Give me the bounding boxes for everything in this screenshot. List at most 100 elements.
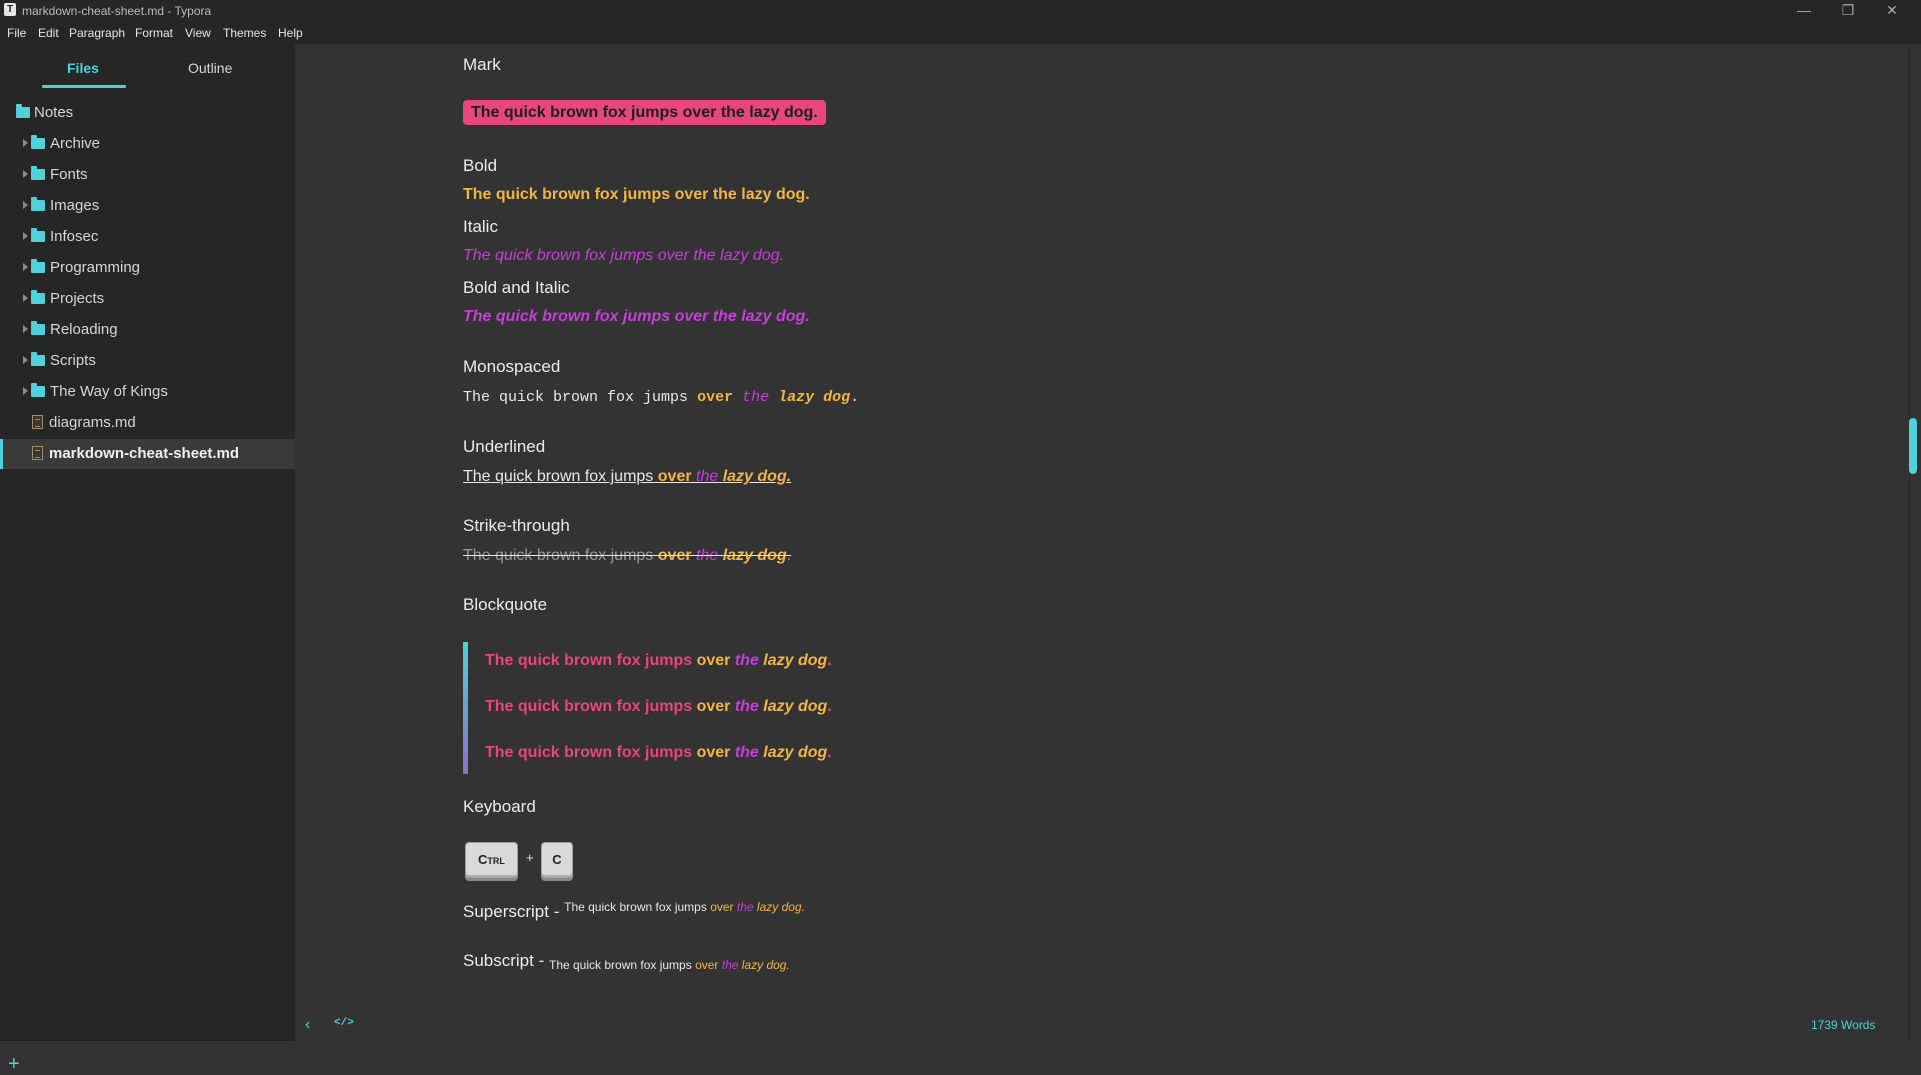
menu-view[interactable]: View xyxy=(185,26,211,40)
tree-file-diagrams[interactable]: diagrams.md xyxy=(0,408,295,438)
tree-label: Notes xyxy=(34,104,74,121)
folder-icon xyxy=(31,197,45,211)
bq-period: . xyxy=(827,744,832,761)
bq-period: . xyxy=(827,652,832,669)
restore-icon[interactable]: ❐ xyxy=(1826,0,1870,22)
menu-file[interactable]: File xyxy=(7,26,26,40)
tree-folder-reloading[interactable]: Reloading xyxy=(0,315,295,345)
tree-root-notes[interactable]: Notes xyxy=(0,98,295,128)
subscript-example: Subscript - The quick brown fox jumps ov… xyxy=(463,951,790,972)
bq-bold: over xyxy=(696,652,731,669)
folder-icon xyxy=(31,290,45,304)
tree-label: Programming xyxy=(50,259,141,276)
sidebar: Files Outline Notes Archive Fonts Images… xyxy=(0,44,295,1074)
subscript-text: The quick brown fox jumps over the lazy … xyxy=(549,958,790,972)
bq-italic: the xyxy=(734,744,759,761)
tree-file-markdown-cheat-sheet[interactable]: markdown-cheat-sheet.md xyxy=(0,439,295,469)
sup-period: . xyxy=(801,900,805,914)
chevron-right-icon[interactable] xyxy=(23,232,28,240)
kbd-c: C xyxy=(541,842,573,878)
sub-lazy-dog: lazy dog xyxy=(741,958,787,972)
tab-outline[interactable]: Outline xyxy=(188,60,232,76)
kbd-plus: + xyxy=(526,850,534,865)
title-bar: T markdown-cheat-sheet.md - Typora — ❐ ✕ xyxy=(0,0,1921,22)
menu-format[interactable]: Format xyxy=(135,26,173,40)
chevron-right-icon[interactable] xyxy=(23,139,28,147)
scrollbar-track[interactable] xyxy=(1909,44,1910,1041)
menu-themes[interactable]: Themes xyxy=(223,26,266,40)
bq-bold: over xyxy=(696,744,731,761)
sup-the: the xyxy=(736,900,754,914)
bq-period: . xyxy=(827,698,832,715)
mono-plain: The quick brown fox jumps xyxy=(463,389,689,406)
tree-folder-images[interactable]: Images xyxy=(0,191,295,221)
sub-plain: The quick brown fox jumps xyxy=(548,958,692,972)
mono-bold: over xyxy=(697,389,734,406)
markdown-file-icon xyxy=(32,415,43,429)
close-icon[interactable]: ✕ xyxy=(1870,0,1914,22)
editor[interactable]: Mark The quick brown fox jumps over the … xyxy=(295,44,1921,1041)
chevron-right-icon[interactable] xyxy=(23,170,28,178)
mark-example: The quick brown fox jumps over the lazy … xyxy=(463,100,826,125)
heading-italic: Italic xyxy=(463,217,498,236)
sub-period: . xyxy=(786,958,790,972)
chevron-right-icon[interactable] xyxy=(23,356,28,364)
heading-strike-through: Strike-through xyxy=(463,516,570,535)
superscript-label: Superscript - xyxy=(463,902,560,921)
chevron-right-icon[interactable] xyxy=(23,263,28,271)
strike-bold: over xyxy=(657,547,692,564)
mono-italic: the xyxy=(742,389,770,406)
underlined-example: The quick brown fox jumps over the lazy … xyxy=(463,468,791,486)
bq-bold-italic: lazy dog xyxy=(763,744,828,761)
chevron-right-icon[interactable] xyxy=(23,201,28,209)
bq-plain: The quick brown fox jumps xyxy=(485,698,693,715)
chevron-right-icon[interactable] xyxy=(23,294,28,302)
sup-plain: The quick brown fox jumps xyxy=(564,900,707,914)
tree-folder-scripts[interactable]: Scripts xyxy=(0,346,295,376)
source-code-icon[interactable]: </> xyxy=(334,1017,354,1029)
tree-label: The Way of Kings xyxy=(50,383,168,400)
tree-folder-projects[interactable]: Projects xyxy=(0,284,295,314)
bq-bold: over xyxy=(696,698,731,715)
tree-folder-fonts[interactable]: Fonts xyxy=(0,160,295,190)
chevron-right-icon[interactable] xyxy=(23,387,28,395)
italic-example: The quick brown fox jumps over the lazy … xyxy=(463,247,785,264)
tree-folder-the-way-of-kings[interactable]: The Way of Kings xyxy=(0,377,295,407)
mono-period: . xyxy=(850,389,860,406)
bq-italic: the xyxy=(734,698,759,715)
highlighted-text: The quick brown fox jumps over the lazy … xyxy=(463,100,826,125)
chevron-left-icon[interactable]: ‹ xyxy=(305,1016,310,1034)
tree-label: diagrams.md xyxy=(49,414,136,431)
menu-paragraph[interactable]: Paragraph xyxy=(69,26,125,40)
folder-icon xyxy=(31,352,45,366)
tab-files[interactable]: Files xyxy=(67,60,99,76)
menu-edit[interactable]: Edit xyxy=(38,26,59,40)
bq-plain: The quick brown fox jumps xyxy=(485,744,693,761)
blockquote-line-1: The quick brown fox jumps over the lazy … xyxy=(485,652,832,670)
heading-mark: Mark xyxy=(463,55,501,74)
sub-the: the xyxy=(721,958,739,972)
bold-example: The quick brown fox jumps over the lazy … xyxy=(463,186,810,203)
menu-help[interactable]: Help xyxy=(278,26,303,40)
tree-label: Scripts xyxy=(50,352,96,369)
tree-label: Images xyxy=(50,197,100,214)
superscript-text: The quick brown fox jumps over the lazy … xyxy=(564,900,805,914)
folder-icon xyxy=(31,166,45,180)
plus-icon[interactable]: + xyxy=(8,1054,20,1074)
word-count[interactable]: 1739 Words xyxy=(1811,1018,1875,1032)
mono-bold-italic: lazy dog xyxy=(778,389,851,406)
scrollbar-thumb[interactable] xyxy=(1909,418,1917,474)
bq-bold-italic: lazy dog xyxy=(763,698,828,715)
minimize-icon[interactable]: — xyxy=(1782,0,1826,22)
tree-folder-archive[interactable]: Archive xyxy=(0,129,295,159)
monospaced-example: The quick brown fox jumps over the lazy … xyxy=(463,389,859,406)
tree-label: Infosec xyxy=(50,228,99,245)
underline-bold: over xyxy=(657,468,692,485)
underline-italic: the xyxy=(696,468,719,485)
chevron-right-icon[interactable] xyxy=(23,325,28,333)
sub-over: over xyxy=(695,958,719,972)
sup-lazy-dog: lazy dog xyxy=(756,900,802,914)
tree-folder-infosec[interactable]: Infosec xyxy=(0,222,295,252)
bq-bold-italic: lazy dog xyxy=(763,652,828,669)
tree-folder-programming[interactable]: Programming xyxy=(0,253,295,283)
